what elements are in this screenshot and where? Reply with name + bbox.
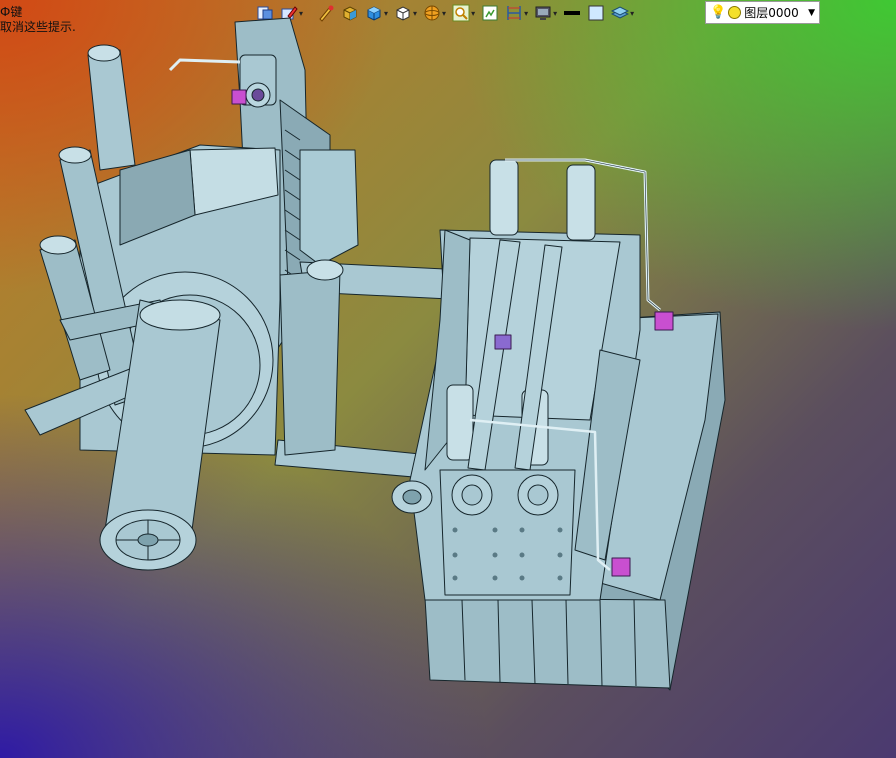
cad-model[interactable] (0, 0, 896, 758)
cylinder-2 (566, 164, 596, 241)
cylinder-3 (446, 384, 474, 461)
cylinder-1 (489, 159, 519, 236)
side-bracket (299, 149, 359, 266)
